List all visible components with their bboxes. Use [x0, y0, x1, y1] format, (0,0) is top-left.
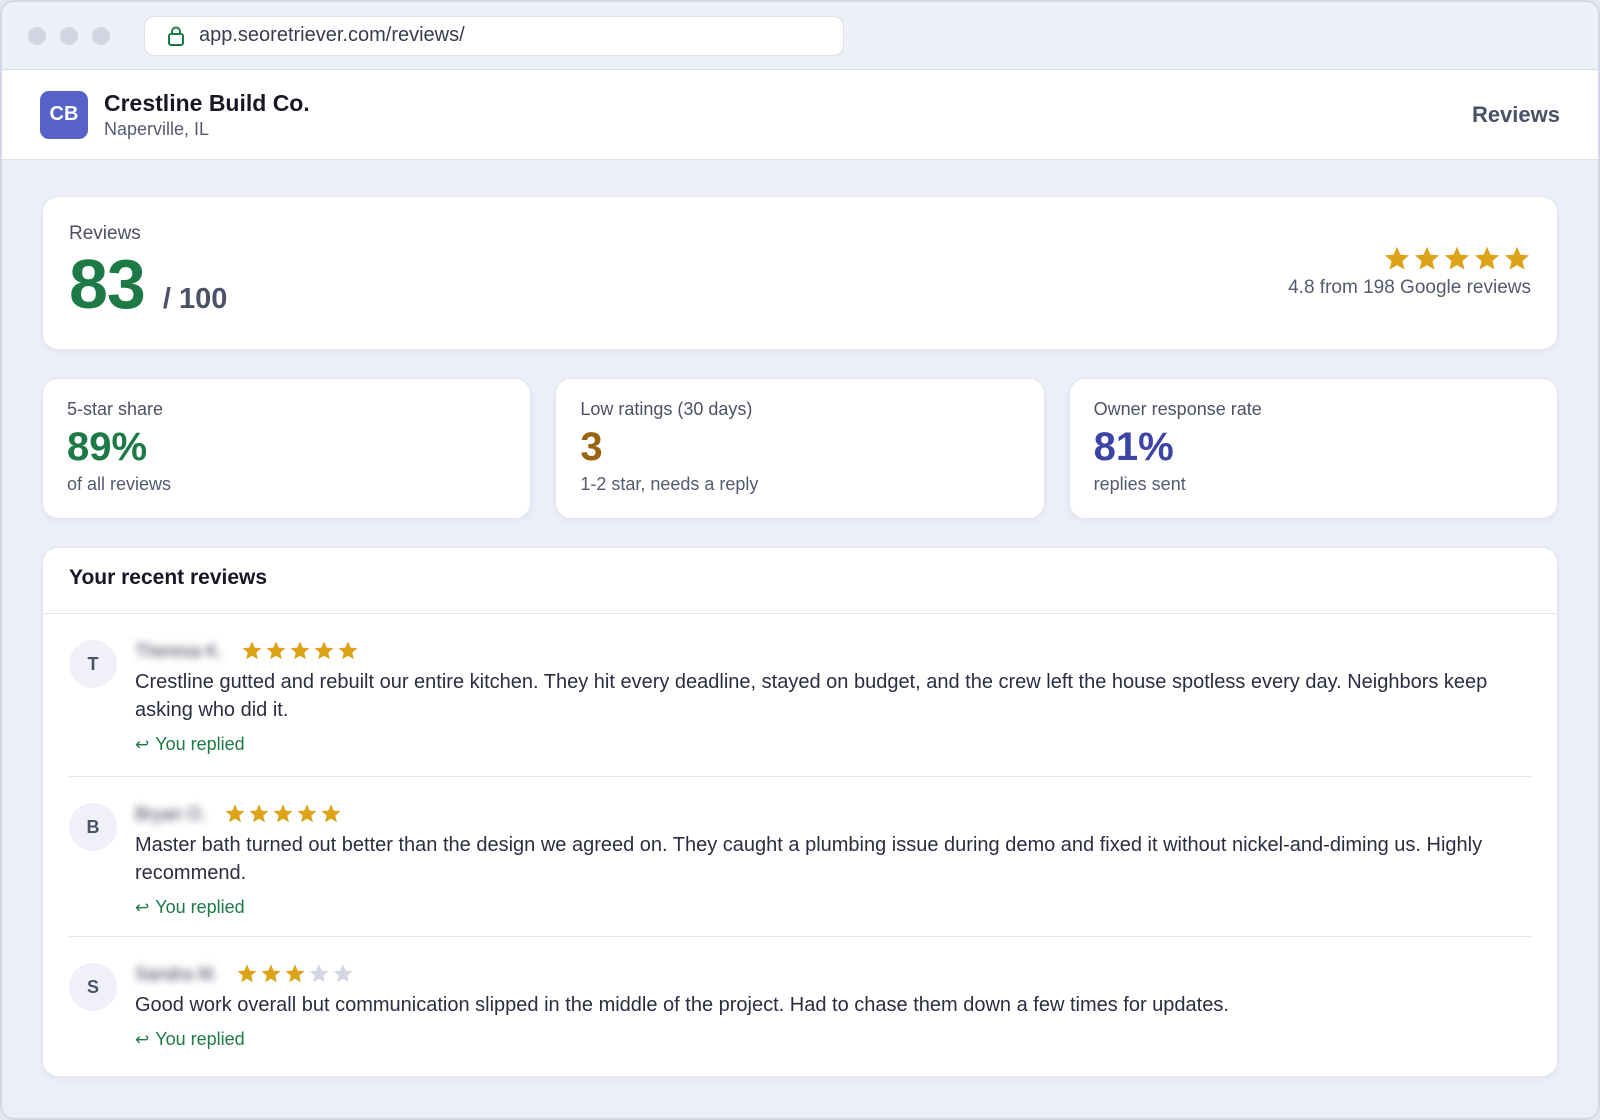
stat-label: 5-star share	[67, 399, 164, 419]
reply-arrow-icon: ↩	[135, 897, 150, 917]
star-filled-icon	[249, 804, 269, 823]
reviewer-avatar: B	[69, 803, 117, 851]
review-body: Bryan O. Master bath turned out better t…	[135, 801, 1531, 936]
stat-card-five-star-share: 5-star share 89% of all reviews	[42, 378, 532, 519]
review-text: Crestline gutted and rebuilt our entire …	[135, 671, 1488, 721]
reply-status-label: You replied	[155, 734, 245, 754]
google-rating: 4.8 from 198 Google reviews	[1288, 245, 1531, 299]
score-value: 83	[69, 245, 146, 323]
star-filled-icon	[297, 804, 317, 823]
star-filled-icon	[266, 641, 286, 660]
review-text: Good work overall but communication slip…	[135, 994, 1229, 1016]
star-filled-icon	[285, 964, 305, 983]
recent-reviews-title: Your recent reviews	[43, 548, 1557, 614]
reply-status-label: You replied	[155, 1029, 245, 1049]
reply-status-label: You replied	[155, 897, 245, 917]
star-filled-icon	[1474, 246, 1500, 270]
review-stars	[224, 803, 342, 825]
lock-icon	[168, 26, 184, 46]
star-filled-icon	[1504, 246, 1530, 270]
star-empty-icon	[309, 964, 329, 983]
review-body: Sandra M. Good work overall but communic…	[135, 961, 1531, 1067]
browser-chrome: app.seoretriever.com/reviews/	[2, 2, 1598, 70]
stat-label: Owner response rate	[1093, 399, 1262, 419]
reply-status[interactable]: ↩ You replied	[135, 734, 1531, 755]
review-header: Sandra M.	[135, 961, 1531, 987]
review-stars	[236, 963, 354, 985]
stat-card-low-ratings: Low ratings (30 days) 3 1-2 star, needs …	[555, 378, 1045, 519]
review-item[interactable]: T Theresa K. Crestline gutted and rebuil…	[69, 614, 1531, 777]
stat-subtext: of all reviews	[67, 474, 172, 494]
stat-label: Low ratings (30 days)	[580, 399, 753, 419]
app-header: CB Crestline Build Co. Naperville, IL Re…	[2, 70, 1598, 160]
review-text: Master bath turned out better than the d…	[135, 834, 1483, 884]
review-header: Theresa K.	[135, 638, 1531, 664]
review-stars	[241, 640, 359, 662]
stats-row: 5-star share 89% of all reviews Low rati…	[42, 378, 1558, 519]
reviewer-name: Theresa K.	[135, 640, 224, 661]
stat-value: 89%	[67, 425, 148, 469]
url-text: app.seoretriever.com/reviews/	[199, 24, 465, 46]
nav-reviews-link[interactable]: Reviews	[1472, 102, 1560, 128]
star-filled-icon	[321, 804, 341, 823]
stat-subtext: replies sent	[1093, 474, 1186, 494]
reply-status[interactable]: ↩ You replied	[135, 1029, 1531, 1050]
address-bar[interactable]: app.seoretriever.com/reviews/	[144, 15, 844, 56]
star-filled-icon	[290, 641, 310, 660]
review-item[interactable]: S Sandra M. Good work overall but commun…	[69, 937, 1531, 1067]
star-filled-icon	[225, 804, 245, 823]
business-logo: CB	[40, 90, 88, 139]
review-item[interactable]: B Bryan O. Master bath turned out better…	[69, 777, 1531, 937]
reviewer-name: Bryan O.	[135, 803, 207, 824]
stat-card-response-rate: Owner response rate 81% replies sent	[1068, 378, 1558, 519]
reviews-score-card: Reviews 83 / 100 4.8 from 198 Google rev…	[42, 196, 1558, 350]
reply-arrow-icon: ↩	[135, 734, 150, 754]
star-empty-icon	[333, 964, 353, 983]
star-filled-icon	[273, 804, 293, 823]
business-info: Crestline Build Co. Naperville, IL	[104, 90, 310, 140]
score-max: / 100	[162, 283, 228, 315]
stat-subtext: 1-2 star, needs a reply	[580, 474, 759, 494]
reviewer-name: Sandra M.	[135, 963, 219, 984]
main-content: Reviews 83 / 100 4.8 from 198 Google rev…	[2, 160, 1598, 1077]
star-filled-icon	[242, 641, 262, 660]
window-close-dot[interactable]	[28, 26, 46, 45]
business-name: Crestline Build Co.	[104, 89, 310, 116]
browser-window: app.seoretriever.com/reviews/ CB Crestli…	[0, 0, 1600, 1120]
review-header: Bryan O.	[135, 801, 1531, 827]
stat-value: 81%	[1093, 425, 1174, 469]
reply-arrow-icon: ↩	[135, 1029, 150, 1049]
review-body: Theresa K. Crestline gutted and rebuilt …	[135, 638, 1531, 776]
recent-reviews-card: Your recent reviews T Theresa K. Crestli…	[42, 547, 1558, 1077]
star-filled-icon	[1444, 246, 1470, 270]
reviewer-avatar: T	[69, 640, 117, 688]
stat-value: 3	[580, 425, 603, 469]
window-minimize-dot[interactable]	[60, 26, 78, 45]
star-filled-icon	[1384, 246, 1410, 270]
star-filled-icon	[237, 964, 257, 983]
business-location: Naperville, IL	[104, 118, 210, 139]
star-filled-icon	[338, 641, 358, 660]
reply-status[interactable]: ↩ You replied	[135, 897, 1531, 918]
star-filled-icon	[314, 641, 334, 660]
window-maximize-dot[interactable]	[92, 26, 110, 45]
star-filled-icon	[261, 964, 281, 983]
google-rating-text: 4.8 from 198 Google reviews	[1288, 277, 1531, 298]
google-rating-stars	[1288, 245, 1531, 273]
star-filled-icon	[1414, 246, 1440, 270]
score-label: Reviews	[69, 223, 141, 244]
reviewer-avatar: S	[69, 963, 117, 1011]
